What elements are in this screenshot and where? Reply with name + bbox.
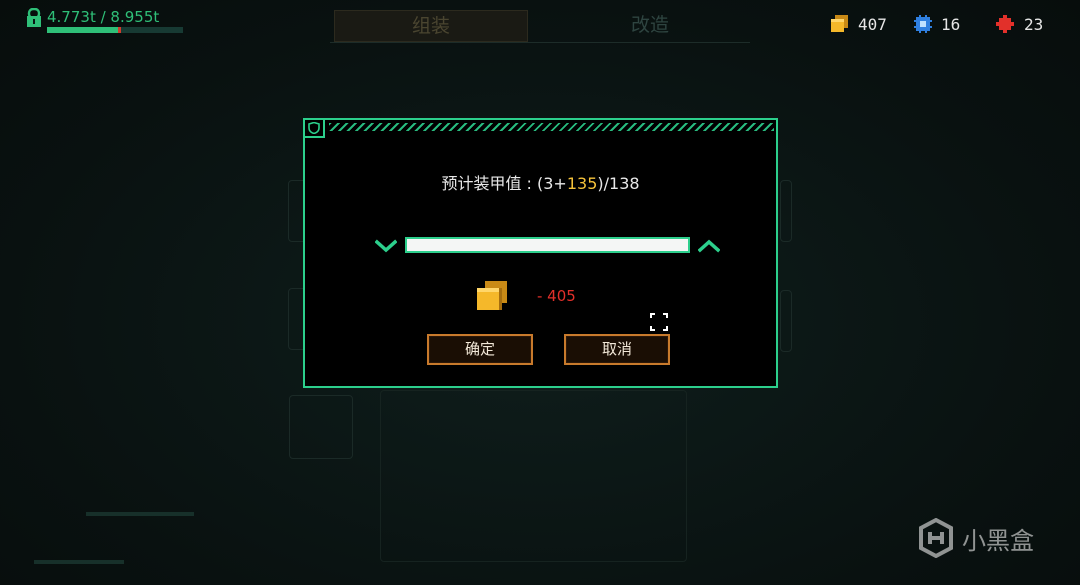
dialog-decor-strip bbox=[329, 123, 774, 131]
armor-upgrade-dialog: 预计装甲值 : (3+135)/138 - 405 确定 取消 bbox=[303, 118, 778, 388]
resource-gold: 407 bbox=[830, 14, 887, 34]
tab-assemble[interactable]: 组装 bbox=[334, 10, 528, 42]
weight-bar bbox=[47, 27, 183, 33]
weight-bar-marker bbox=[118, 27, 122, 33]
background-slot bbox=[780, 180, 792, 242]
weight-max: 8.955t bbox=[110, 8, 160, 26]
resource-chip: 16 bbox=[913, 14, 960, 34]
decrease-chevron-down-icon[interactable] bbox=[374, 238, 398, 254]
weight-display: 4.773t / 8.955t bbox=[26, 8, 183, 33]
shield-icon bbox=[308, 122, 320, 134]
watermark-text: 小黑盒 bbox=[962, 526, 1034, 555]
weight-current: 4.773t bbox=[47, 8, 96, 26]
cancel-button[interactable]: 取消 bbox=[564, 334, 670, 365]
cost-amount: - 405 bbox=[537, 287, 576, 305]
gold-count: 407 bbox=[858, 14, 887, 34]
background-ship-frame bbox=[380, 390, 687, 562]
slider-fill bbox=[407, 239, 688, 251]
cost-display: - 405 bbox=[475, 280, 576, 312]
blue-chip-icon bbox=[913, 14, 933, 34]
shield-tag bbox=[305, 120, 325, 138]
armor-estimate-prefix: 预计装甲值 : (3+ bbox=[441, 174, 567, 193]
weight-separator: / bbox=[95, 8, 111, 26]
gold-cube-icon bbox=[830, 14, 850, 34]
armor-amount-slider bbox=[374, 236, 721, 258]
part-count: 23 bbox=[1024, 14, 1044, 34]
watermark: 小黑盒 bbox=[918, 518, 1034, 558]
armor-estimate-added: 135 bbox=[566, 174, 598, 193]
red-puzzle-icon bbox=[996, 14, 1016, 34]
crosshair-cursor-icon bbox=[647, 310, 671, 334]
armor-estimate-suffix: )/138 bbox=[597, 174, 640, 193]
weight-bar-fill bbox=[47, 27, 120, 33]
armor-estimate-text: 预计装甲值 : (3+135)/138 bbox=[305, 170, 776, 194]
heybox-logo-icon bbox=[919, 518, 953, 558]
weight-text: 4.773t / 8.955t bbox=[47, 8, 183, 26]
resource-part: 23 bbox=[996, 14, 1043, 34]
tab-modify[interactable]: 改造 bbox=[560, 10, 740, 40]
background-slot bbox=[780, 290, 792, 352]
confirm-button[interactable]: 确定 bbox=[427, 334, 533, 365]
increase-chevron-up-icon[interactable] bbox=[697, 238, 721, 254]
background-slot bbox=[289, 395, 353, 459]
gold-cube-icon bbox=[475, 280, 509, 312]
background-bar bbox=[86, 512, 194, 516]
lock-icon bbox=[26, 8, 42, 28]
chip-count: 16 bbox=[941, 14, 961, 34]
tab-divider bbox=[330, 42, 750, 43]
slider-track[interactable] bbox=[405, 237, 690, 253]
background-bar bbox=[34, 560, 124, 564]
